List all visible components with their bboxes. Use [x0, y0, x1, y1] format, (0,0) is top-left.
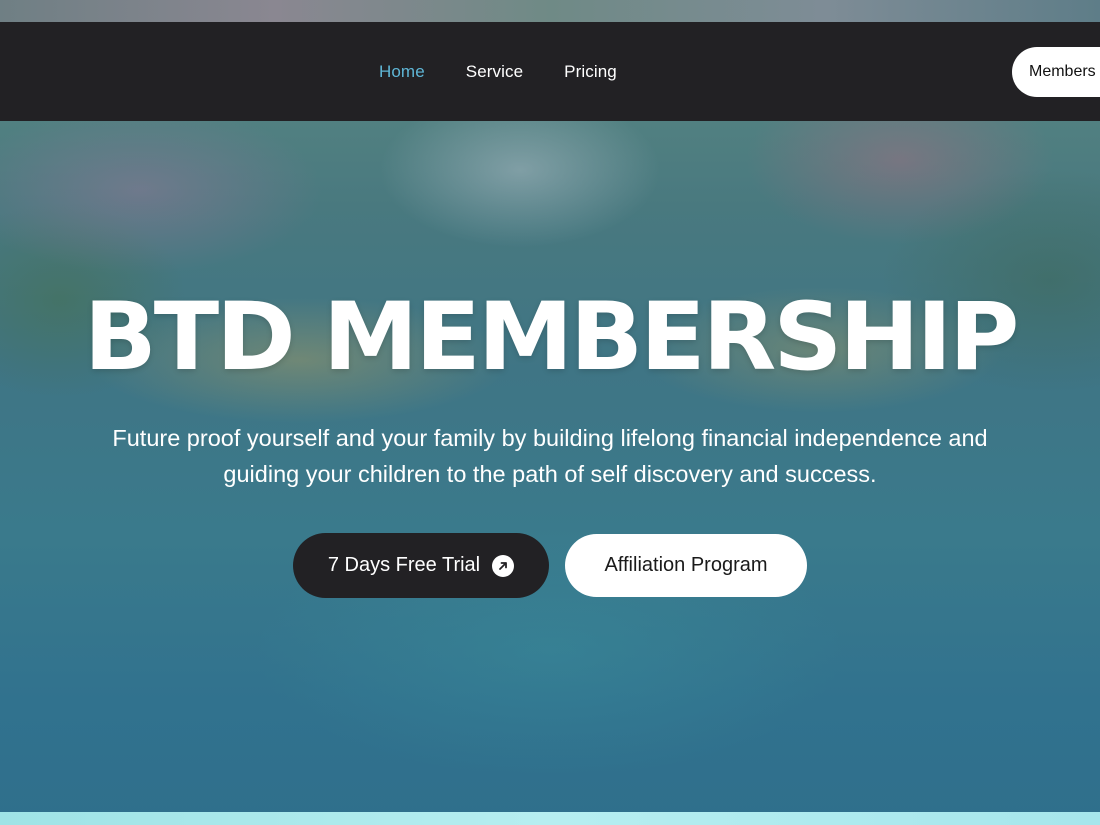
members-button[interactable]: Members: [1012, 47, 1100, 97]
nav-link-home[interactable]: Home: [379, 62, 425, 82]
bottom-section-edge: [0, 812, 1100, 825]
hero-subtitle-line-2: guiding your children to the path of sel…: [223, 461, 877, 487]
nav-links: Home Service Pricing: [379, 22, 658, 121]
nav-link-pricing[interactable]: Pricing: [564, 62, 617, 82]
navbar: Home Service Pricing Members: [0, 22, 1100, 121]
arrow-up-right-circle-icon: [492, 554, 515, 577]
free-trial-label: 7 Days Free Trial: [327, 554, 481, 576]
hero-background-image: [0, 0, 1100, 825]
hero-subtitle: Future proof yourself and your family by…: [40, 420, 1060, 492]
nav-link-service[interactable]: Service: [466, 62, 523, 82]
free-trial-button[interactable]: 7 Days Free Trial: [293, 533, 549, 598]
hero-subtitle-line-1: Future proof yourself and your family by…: [112, 425, 988, 451]
top-background-strip: [0, 0, 1100, 22]
hero-title: BTD MEMBERSHIP: [83, 283, 1020, 392]
affiliation-program-button[interactable]: Affiliation Program: [565, 534, 807, 597]
